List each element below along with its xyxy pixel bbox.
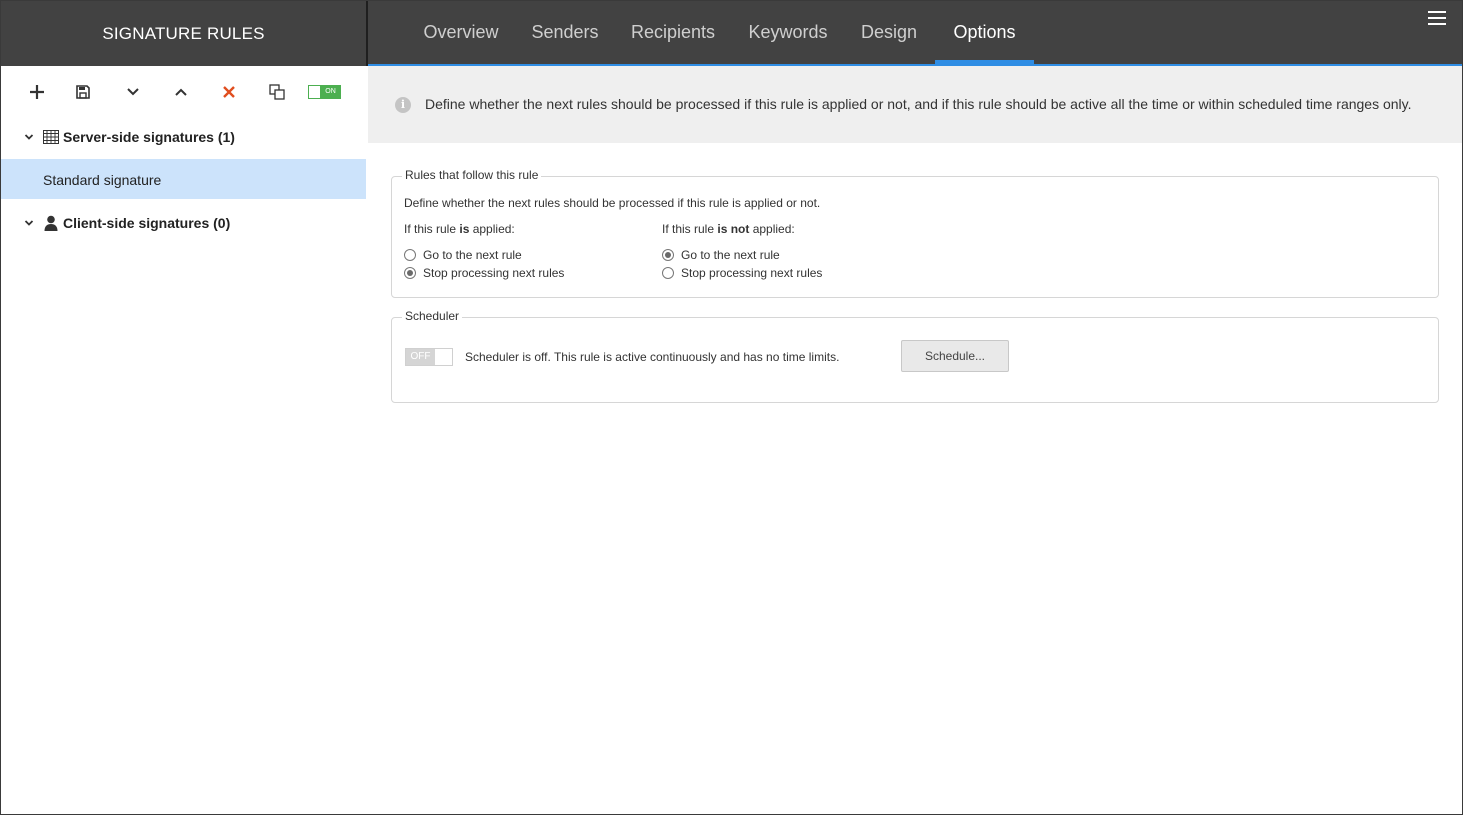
option-label: Stop processing next rules (423, 266, 565, 280)
close-icon (223, 86, 235, 98)
tree-item-standard-signature[interactable]: Standard signature (1, 159, 366, 199)
option-label: Go to the next rule (423, 248, 522, 262)
radio-button[interactable] (662, 249, 674, 261)
chevron-down-icon (127, 88, 139, 96)
chevron-down-icon[interactable] (23, 218, 35, 228)
option-label: Go to the next rule (681, 248, 780, 262)
info-icon: i (395, 97, 411, 113)
radio-button[interactable] (404, 249, 416, 261)
tab-recipients[interactable]: Recipients (620, 1, 726, 64)
info-text: Define whether the next rules should be … (425, 96, 1412, 112)
tree-group-client-side[interactable]: Client-side signatures (0) (1, 203, 366, 243)
duplicate-icon (269, 84, 285, 100)
radio-button[interactable] (662, 267, 674, 279)
tab-options[interactable]: Options (935, 1, 1034, 64)
not-applied-heading-suffix: applied: (749, 222, 795, 236)
chevron-down-icon[interactable] (23, 132, 35, 142)
scheduler-toggle[interactable]: OFF (405, 348, 453, 366)
not-applied-stop-processing-option[interactable]: Stop processing next rules (662, 266, 822, 280)
sidebar-toolbar: ON (1, 66, 366, 118)
add-rule-button[interactable] (25, 80, 49, 104)
tab-keywords[interactable]: Keywords (736, 1, 840, 64)
applied-heading-suffix: applied: (469, 222, 515, 236)
option-label: Stop processing next rules (681, 266, 823, 280)
tab-design[interactable]: Design (850, 1, 928, 64)
applied-go-next-option[interactable]: Go to the next rule (404, 248, 522, 262)
delete-button[interactable] (217, 80, 241, 104)
not-applied-go-next-option[interactable]: Go to the next rule (662, 248, 780, 262)
sidebar-title: SIGNATURE RULES (1, 1, 366, 66)
toggle-on-label: ON (321, 86, 340, 98)
applied-stop-processing-option[interactable]: Stop processing next rules (404, 266, 564, 280)
scheduler-fieldset-legend: Scheduler (402, 309, 463, 323)
rule-enabled-toggle[interactable]: ON (308, 85, 341, 99)
scheduler-status-text: Scheduler is off. This rule is active co… (465, 350, 840, 364)
top-nav: Overview Senders Recipients Keywords Des… (368, 1, 1462, 64)
not-applied-heading: If this rule is not applied: (662, 222, 795, 236)
plus-icon (30, 85, 44, 99)
radio-button[interactable] (404, 267, 416, 279)
hamburger-menu-icon[interactable] (1428, 11, 1446, 27)
server-icon (43, 129, 59, 145)
applied-heading: If this rule is applied: (404, 222, 515, 236)
rules-description: Define whether the next rules should be … (404, 196, 821, 210)
duplicate-button[interactable] (265, 80, 289, 104)
save-button[interactable] (71, 80, 95, 104)
save-icon (76, 85, 90, 99)
user-icon (43, 215, 59, 231)
applied-heading-emph: is (459, 222, 470, 236)
applied-heading-prefix: If this rule (404, 222, 460, 236)
move-down-button[interactable] (121, 80, 145, 104)
schedule-button[interactable]: Schedule... (901, 340, 1009, 372)
info-banner: i Define whether the next rules should b… (368, 66, 1462, 143)
move-up-button[interactable] (169, 80, 193, 104)
scheduler-fieldset: Scheduler OFF Scheduler is off. This rul… (391, 309, 1439, 403)
rules-fieldset: Rules that follow this rule Define wheth… (391, 168, 1439, 298)
tree-group-server-side[interactable]: Server-side signatures (1) (1, 117, 366, 157)
chevron-up-icon (175, 88, 187, 96)
not-applied-heading-emph: is not (717, 222, 750, 236)
not-applied-heading-prefix: If this rule (662, 222, 718, 236)
tab-senders[interactable]: Senders (520, 1, 610, 64)
toggle-knob (309, 86, 321, 98)
tab-overview[interactable]: Overview (412, 1, 510, 64)
toggle-off-label: OFF (406, 349, 435, 365)
tree-group-label: Client-side signatures (0) (63, 215, 231, 231)
rules-fieldset-legend: Rules that follow this rule (402, 168, 542, 182)
tree-group-label: Server-side signatures (1) (63, 129, 235, 145)
sidebar-title-text: SIGNATURE RULES (102, 23, 265, 43)
